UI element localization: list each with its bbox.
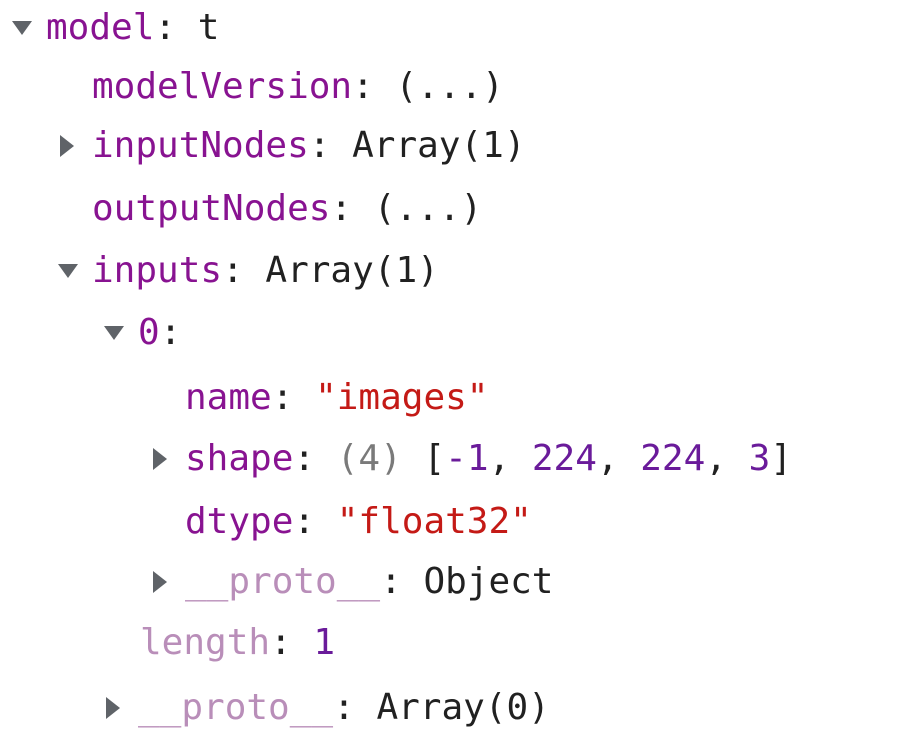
string-value: float32 xyxy=(358,501,511,542)
expand-arrow-open-icon[interactable] xyxy=(52,243,82,299)
bracket-open: [ xyxy=(423,438,446,479)
expand-arrow-closed-icon[interactable] xyxy=(98,680,128,736)
property-key: inputs xyxy=(92,250,223,291)
string-quote-close: " xyxy=(510,501,532,542)
property-value: Array(1) xyxy=(265,250,439,291)
colon: : xyxy=(333,687,377,728)
string-quote-open: " xyxy=(315,377,337,418)
property-key: shape xyxy=(185,438,294,479)
lazy-getter-value[interactable]: (...) xyxy=(374,188,482,229)
colon: : xyxy=(380,561,424,602)
colon: : xyxy=(293,438,337,479)
string-value: images xyxy=(336,377,467,418)
property-value: t xyxy=(197,7,220,48)
array-element: 224 xyxy=(640,438,706,479)
string-quote-open: " xyxy=(336,501,359,542)
array-element: -1 xyxy=(445,438,489,479)
property-value: Object xyxy=(423,561,554,602)
expand-arrow-closed-icon[interactable] xyxy=(145,431,175,487)
expand-arrow-open-icon[interactable] xyxy=(6,0,36,56)
colon: : xyxy=(352,66,396,107)
property-value: Array(1) xyxy=(352,125,526,166)
colon: : xyxy=(270,622,314,663)
property-key: inputNodes xyxy=(92,125,309,166)
number-value: 1 xyxy=(313,622,336,663)
property-value: Array(0) xyxy=(376,687,550,728)
bracket-close: ] xyxy=(770,438,793,479)
property-key: name xyxy=(185,377,272,418)
property-key: dtype xyxy=(185,501,294,542)
comma: , xyxy=(488,438,532,479)
colon: : xyxy=(271,377,316,418)
property-key: length xyxy=(140,622,271,663)
expand-arrow-open-icon[interactable] xyxy=(98,305,128,361)
colon: : xyxy=(330,188,374,229)
property-key: modelVersion xyxy=(92,66,353,107)
array-length: (4) xyxy=(336,438,402,479)
array-element: 224 xyxy=(531,438,597,479)
expand-arrow-closed-icon[interactable] xyxy=(52,118,82,174)
comma: , xyxy=(596,438,641,479)
colon: : xyxy=(308,125,353,166)
expand-arrow-closed-icon[interactable] xyxy=(145,554,175,610)
array-element: 3 xyxy=(748,438,771,479)
string-quote-close: " xyxy=(466,377,489,418)
property-key: __proto__ xyxy=(185,561,381,602)
colon: : xyxy=(293,501,337,542)
colon: : xyxy=(159,312,182,353)
comma: , xyxy=(705,438,749,479)
property-key: __proto__ xyxy=(138,687,334,728)
property-key: 0 xyxy=(138,312,160,353)
colon: : xyxy=(222,250,266,291)
object-inspector-tree: model: t modelVersion: (...) inputNodes:… xyxy=(0,0,899,744)
lazy-getter-value[interactable]: (...) xyxy=(395,66,503,107)
property-key: model xyxy=(46,7,155,48)
property-key: outputNodes xyxy=(92,188,331,229)
colon: : xyxy=(154,7,198,48)
